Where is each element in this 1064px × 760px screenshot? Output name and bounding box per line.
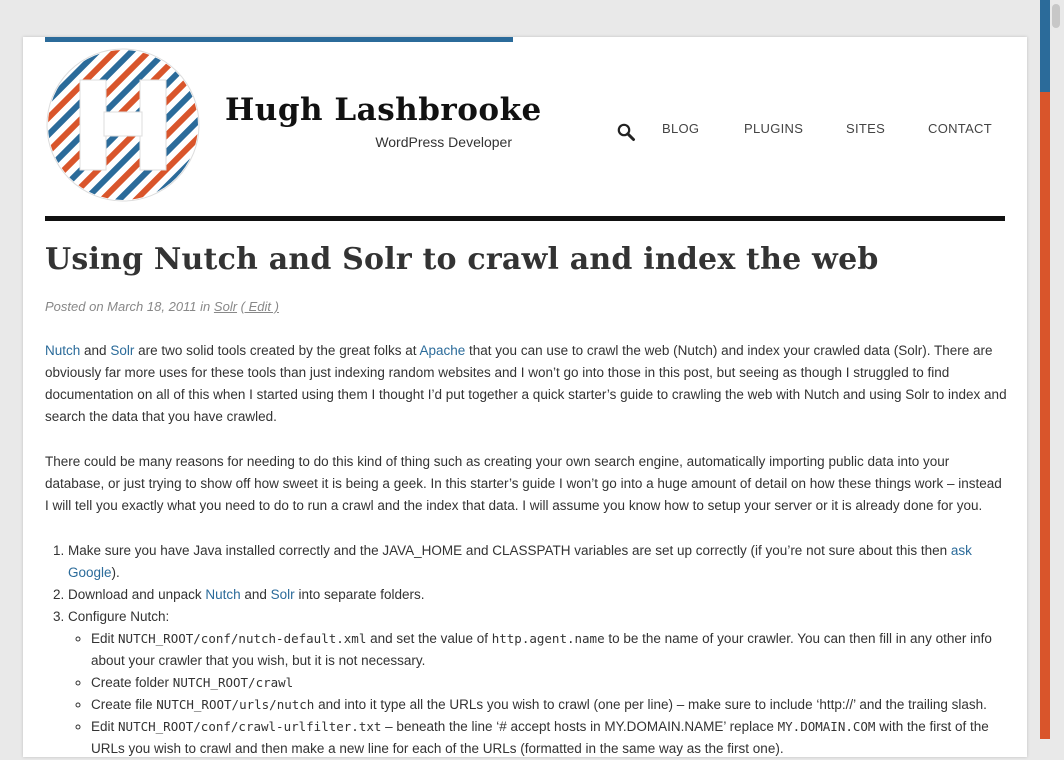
- code: NUTCH_ROOT/conf/crawl-urlfilter.txt: [118, 719, 382, 734]
- text: ).: [111, 565, 120, 580]
- link-solr-download[interactable]: Solr: [271, 587, 295, 602]
- text: – beneath the line ‘# accept hosts in MY…: [381, 719, 778, 734]
- text: Configure Nutch:: [68, 609, 170, 624]
- text: Edit: [91, 719, 119, 734]
- text: and into it type all the URLs you wish t…: [314, 697, 987, 712]
- site-logo[interactable]: [46, 48, 200, 202]
- meta-edit-link[interactable]: ( Edit ): [241, 299, 279, 314]
- nav-sites[interactable]: SITES: [846, 121, 885, 136]
- text: Download and unpack: [68, 587, 206, 602]
- code: NUTCH_ROOT/crawl: [172, 675, 294, 690]
- link-nutch-download[interactable]: Nutch: [205, 587, 240, 602]
- text: Create file: [91, 697, 157, 712]
- step-1: Make sure you have Java installed correc…: [68, 540, 1007, 584]
- meta-date: March 18, 2011: [107, 299, 197, 314]
- code: http.agent.name: [491, 631, 605, 646]
- post-title: Using Nutch and Solr to crawl and index …: [45, 242, 879, 277]
- post-content: Nutch and Solr are two solid tools creat…: [45, 340, 1007, 760]
- second-paragraph: There could be many reasons for needing …: [45, 454, 1002, 513]
- text: Edit: [91, 631, 119, 646]
- text: and set the value of: [366, 631, 492, 646]
- text: into separate folders.: [294, 587, 425, 602]
- header-accent-bar: [45, 37, 513, 42]
- meta-category-link[interactable]: Solr: [214, 299, 237, 314]
- site-title[interactable]: Hugh Lashbrooke: [225, 92, 541, 128]
- steps-list: Make sure you have Java installed correc…: [45, 540, 1007, 760]
- text: are two solid tools created by the great…: [134, 343, 420, 358]
- search-icon[interactable]: [616, 122, 636, 142]
- scrollbar-thumb[interactable]: [1052, 4, 1060, 28]
- step-3: Configure Nutch: Edit NUTCH_ROOT/conf/nu…: [68, 606, 1007, 760]
- nav-blog[interactable]: BLOG: [662, 121, 699, 136]
- site-tagline: WordPress Developer: [375, 134, 512, 150]
- code: NUTCH_ROOT/conf/nutch-default.xml: [118, 631, 367, 646]
- text: and: [240, 587, 271, 602]
- nav-contact[interactable]: CONTACT: [928, 121, 992, 136]
- link-solr[interactable]: Solr: [110, 343, 134, 358]
- post-meta: Posted on March 18, 2011 in Solr ( Edit …: [45, 299, 279, 314]
- nav-plugins[interactable]: PLUGINS: [744, 121, 803, 136]
- config-item-4: Edit NUTCH_ROOT/conf/crawl-urlfilter.txt…: [91, 716, 1007, 760]
- side-stripe-blue: [1040, 0, 1050, 92]
- text: Make sure you have Java installed correc…: [68, 543, 951, 558]
- nutch-config-list: Edit NUTCH_ROOT/conf/nutch-default.xml a…: [68, 628, 1007, 760]
- text: and: [80, 343, 111, 358]
- config-item-3: Create file NUTCH_ROOT/urls/nutch and in…: [91, 694, 1007, 716]
- config-item-2: Create folder NUTCH_ROOT/crawl: [91, 672, 1007, 694]
- meta-in: in: [200, 299, 211, 314]
- step-2: Download and unpack Nutch and Solr into …: [68, 584, 1007, 606]
- link-apache[interactable]: Apache: [419, 343, 465, 358]
- meta-posted-on: Posted on: [45, 299, 104, 314]
- header-divider: [45, 216, 1005, 221]
- intro-paragraph: Nutch and Solr are two solid tools creat…: [45, 340, 1007, 428]
- config-item-1: Edit NUTCH_ROOT/conf/nutch-default.xml a…: [91, 628, 1007, 672]
- code: NUTCH_ROOT/urls/nutch: [156, 697, 315, 712]
- side-stripe-orange: [1040, 92, 1050, 739]
- code: MY.DOMAIN.COM: [777, 719, 876, 734]
- side-stripe: [1040, 0, 1050, 739]
- text: Create folder: [91, 675, 173, 690]
- link-nutch[interactable]: Nutch: [45, 343, 80, 358]
